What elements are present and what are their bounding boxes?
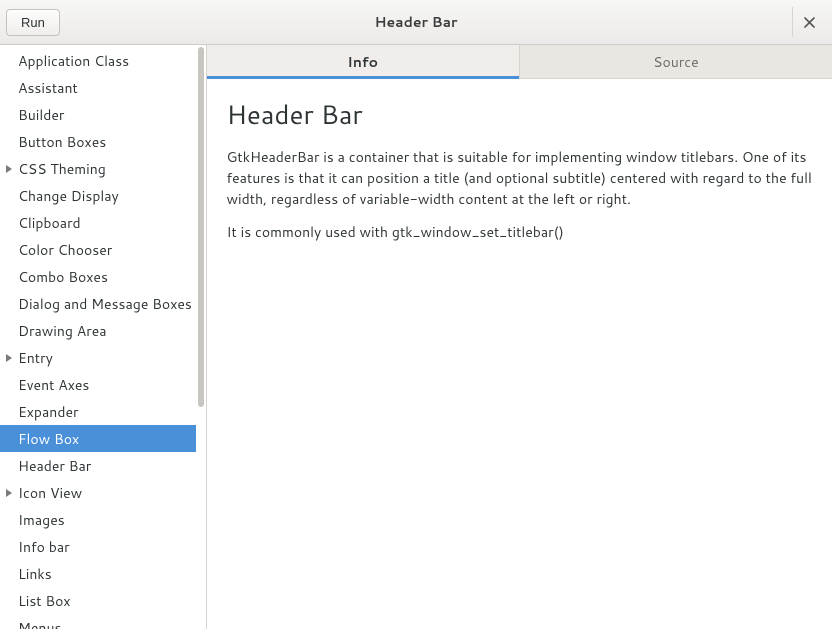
run-button[interactable]: Run — [6, 9, 60, 36]
sidebar-item-label: Change Display — [18, 186, 119, 206]
info-paragraph-2: It is commonly used with gtk_window_set_… — [227, 222, 812, 243]
sidebar-item[interactable]: Images — [0, 506, 196, 533]
sidebar-item-label: Info bar — [18, 537, 70, 557]
sidebar-item[interactable]: Clipboard — [0, 209, 196, 236]
info-paragraph-1: GtkHeaderBar is a container that is suit… — [227, 147, 812, 210]
sidebar-item-label: CSS Theming — [18, 159, 106, 179]
tab-label: Source — [653, 52, 698, 72]
sidebar-item[interactable]: Expander — [0, 398, 196, 425]
header-bar: Run Header Bar — [0, 0, 832, 45]
sidebar-scrollbar[interactable] — [196, 45, 206, 629]
sidebar-item[interactable]: Flow Box — [0, 425, 196, 452]
sidebar-item[interactable]: Builder — [0, 101, 196, 128]
sidebar-item[interactable]: Links — [0, 560, 196, 587]
sidebar-item[interactable]: Entry — [0, 344, 196, 371]
sidebar-item-label: Drawing Area — [18, 321, 107, 341]
sidebar-item[interactable]: List Box — [0, 587, 196, 614]
close-button[interactable] — [792, 7, 826, 37]
sidebar-item-label: List Box — [18, 591, 71, 611]
page-heading: Header Bar — [227, 97, 812, 133]
sidebar-item-label: Assistant — [18, 78, 78, 98]
sidebar-item[interactable]: Change Display — [0, 182, 196, 209]
sidebar-item[interactable]: Button Boxes — [0, 128, 196, 155]
sidebar-item-label: Builder — [18, 105, 64, 125]
close-icon — [804, 12, 815, 33]
expander-icon[interactable] — [4, 353, 14, 363]
sidebar-item[interactable]: Drawing Area — [0, 317, 196, 344]
sidebar-item[interactable]: Menus — [0, 614, 196, 629]
sidebar-item-label: Color Chooser — [18, 240, 112, 260]
expander-icon[interactable] — [4, 164, 14, 174]
sidebar-item[interactable]: CSS Theming — [0, 155, 196, 182]
sidebar-item-label: Dialog and Message Boxes — [18, 294, 192, 314]
body: Application Class Assistant Builder Button … — [0, 45, 832, 629]
sidebar-item-label: Button Boxes — [18, 132, 106, 152]
expander-icon[interactable] — [4, 488, 14, 498]
sidebar-item-label: Flow Box — [18, 429, 79, 449]
sidebar-list[interactable]: Application Class Assistant Builder Button … — [0, 45, 196, 629]
sidebar-item[interactable]: Info bar — [0, 533, 196, 560]
sidebar-item-label: Application Class — [18, 51, 129, 71]
sidebar-item-label: Combo Boxes — [18, 267, 108, 287]
tab[interactable]: Source — [520, 45, 832, 78]
sidebar-item[interactable]: Combo Boxes — [0, 263, 196, 290]
info-page: Header Bar GtkHeaderBar is a container t… — [207, 79, 832, 273]
sidebar-item-label: Links — [18, 564, 52, 584]
sidebar-item[interactable]: Application Class — [0, 47, 196, 74]
sidebar-item[interactable]: Icon View — [0, 479, 196, 506]
window-title: Header Bar — [0, 12, 832, 32]
sidebar-item-label: Menus — [18, 618, 61, 629]
app-window: Run Header Bar Application Class Assistan… — [0, 0, 832, 629]
sidebar-item-label: Clipboard — [18, 213, 81, 233]
tab-label: Info — [347, 52, 378, 72]
sidebar-item[interactable]: Dialog and Message Boxes — [0, 290, 196, 317]
sidebar-item-label: Expander — [18, 402, 78, 422]
sidebar-item[interactable]: Color Chooser — [0, 236, 196, 263]
sidebar-item-label: Entry — [18, 348, 53, 368]
sidebar-item-label: Header Bar — [18, 456, 91, 476]
sidebar-item[interactable]: Header Bar — [0, 452, 196, 479]
sidebar-item[interactable]: Assistant — [0, 74, 196, 101]
tab-bar: Info Source — [207, 45, 832, 79]
scrollbar-thumb[interactable] — [198, 47, 204, 407]
content-area: Info Source Header Bar GtkHeaderBar is a … — [207, 45, 832, 629]
sidebar-item-label: Images — [18, 510, 65, 530]
sidebar-item-label: Icon View — [18, 483, 82, 503]
sidebar-item[interactable]: Event Axes — [0, 371, 196, 398]
sidebar: Application Class Assistant Builder Button … — [0, 45, 207, 629]
tab[interactable]: Info — [207, 45, 520, 78]
sidebar-item-label: Event Axes — [18, 375, 89, 395]
